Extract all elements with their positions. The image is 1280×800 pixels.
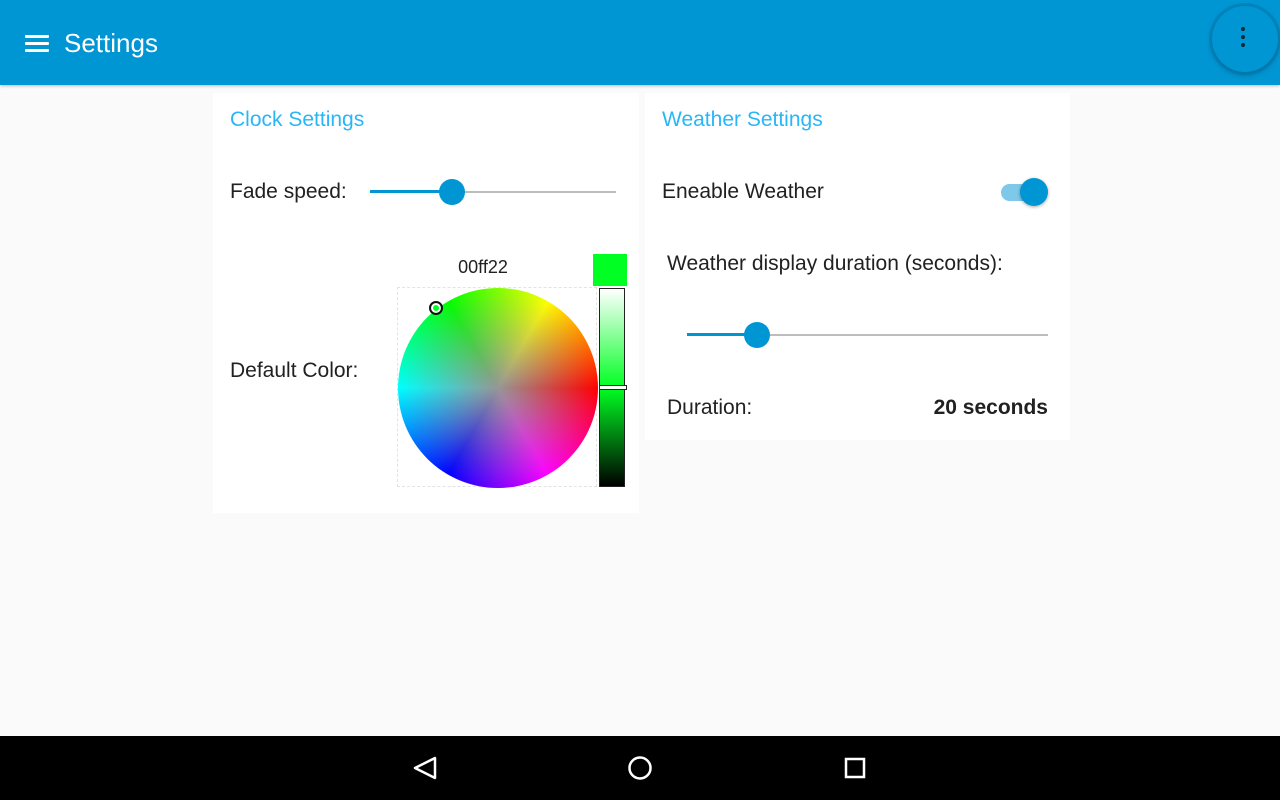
recents-square-icon bbox=[844, 757, 866, 779]
display-duration-slider[interactable] bbox=[687, 321, 1048, 349]
back-button[interactable] bbox=[385, 736, 465, 800]
clock-settings-title: Clock Settings bbox=[230, 108, 365, 131]
brightness-bar[interactable] bbox=[599, 288, 627, 487]
weather-settings-card: Weather Settings Eneable Weather Weather… bbox=[645, 93, 1070, 440]
hamburger-menu-icon[interactable] bbox=[22, 29, 52, 57]
overflow-menu-button[interactable] bbox=[1212, 6, 1278, 72]
back-triangle-icon bbox=[413, 756, 437, 780]
color-wheel-marker[interactable] bbox=[429, 301, 443, 315]
weather-settings-title: Weather Settings bbox=[662, 108, 823, 131]
enable-weather-label: Eneable Weather bbox=[662, 180, 824, 203]
color-wheel[interactable] bbox=[398, 288, 598, 488]
slider-thumb[interactable] bbox=[744, 322, 770, 348]
switch-thumb bbox=[1020, 178, 1048, 206]
brightness-marker[interactable] bbox=[599, 385, 627, 390]
enable-weather-switch[interactable] bbox=[1000, 177, 1048, 207]
page-title: Settings bbox=[64, 28, 158, 58]
color-hex-value: 00ff22 bbox=[458, 257, 508, 277]
default-color-label: Default Color: bbox=[230, 359, 359, 382]
color-preview-swatch bbox=[593, 254, 627, 286]
display-duration-label: Weather display duration (seconds): bbox=[667, 252, 1003, 275]
more-vert-icon bbox=[1240, 26, 1246, 52]
clock-settings-card: Clock Settings Fade speed: Default Color… bbox=[213, 93, 639, 513]
fade-speed-slider[interactable] bbox=[370, 178, 616, 206]
home-button[interactable] bbox=[600, 736, 680, 800]
slider-thumb[interactable] bbox=[439, 179, 465, 205]
home-circle-icon bbox=[628, 756, 652, 780]
system-nav-bar bbox=[0, 736, 1280, 800]
fade-speed-label: Fade speed: bbox=[230, 180, 347, 203]
duration-label: Duration: bbox=[667, 396, 753, 419]
app-bar: Settings bbox=[0, 0, 1280, 85]
color-picker-area bbox=[397, 287, 598, 488]
recents-button[interactable] bbox=[815, 736, 895, 800]
duration-value: 20 seconds bbox=[933, 396, 1048, 419]
